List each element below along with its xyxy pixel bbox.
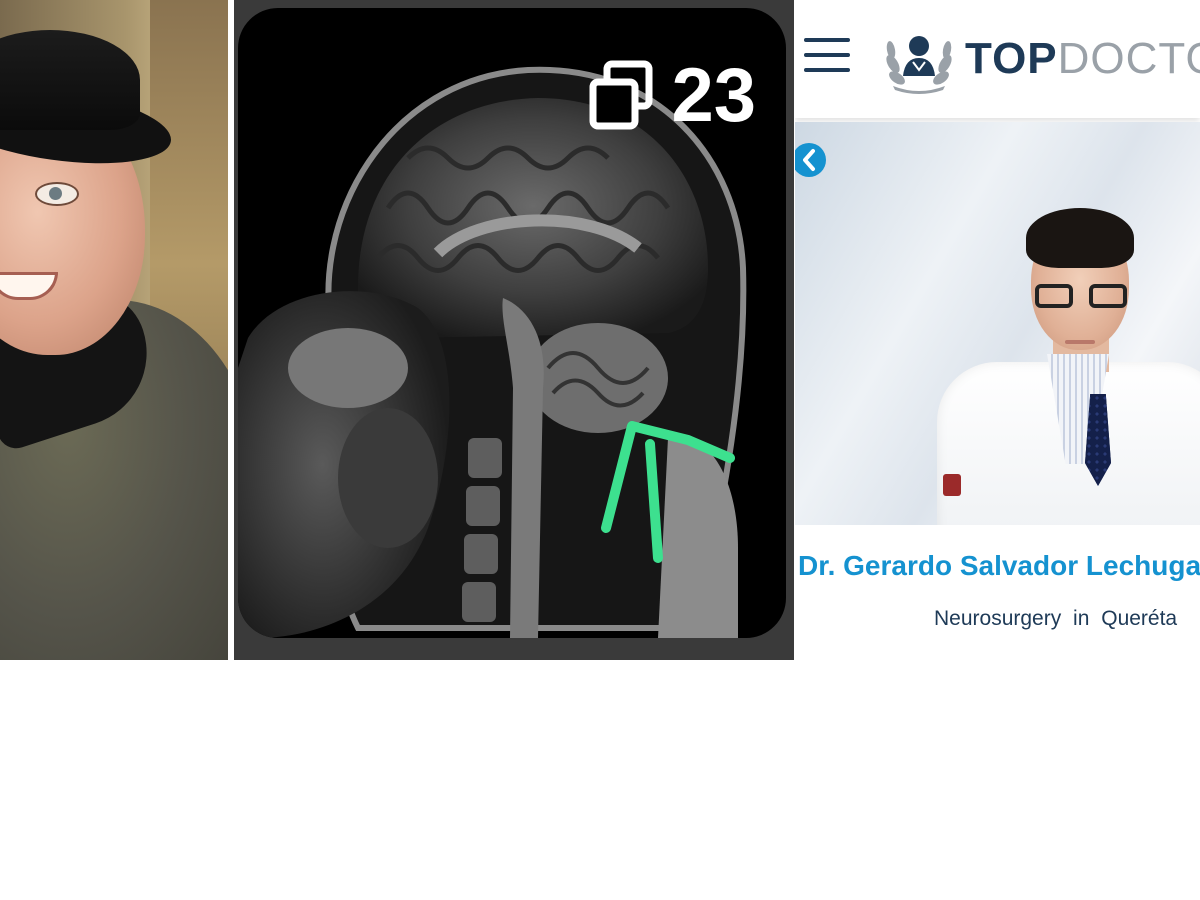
doctor-coat-badge: [943, 474, 961, 496]
topdoctors-page: TOPDOCTO Dr. Gerardo Salvador Lechuga Ne…: [795, 0, 1200, 660]
doctor-glasses: [1035, 284, 1127, 312]
doctor-hair: [1026, 208, 1134, 268]
doctor-photo-carousel: [795, 122, 1200, 525]
laurel-doctor-icon: [886, 36, 952, 94]
site-header: TOPDOCTO: [795, 0, 1200, 118]
logo-text-light: DOCTO: [1057, 34, 1200, 83]
doctor-name[interactable]: Dr. Gerardo Salvador Lechuga: [798, 549, 1200, 583]
stacked-squares-icon: [589, 60, 653, 130]
doctor-specialty-location: Neurosurgery in Queréta: [934, 607, 1178, 630]
image-count-text: 23: [671, 53, 756, 138]
photo-hat-crown: [0, 30, 140, 130]
mri-image-card[interactable]: 23: [238, 8, 786, 638]
topdoctors-logo[interactable]: TOPDOCTO: [883, 24, 1200, 94]
photo-eye: [35, 182, 79, 206]
chevron-left-icon[interactable]: [795, 142, 827, 178]
logo-text-bold: TOP: [965, 34, 1058, 83]
image-count-indicator[interactable]: 23: [589, 58, 756, 134]
mri-panel: 23: [234, 0, 794, 660]
doctor-mouth: [1065, 340, 1095, 344]
hamburger-menu-icon[interactable]: [804, 38, 850, 74]
photo-man-bowler-hat: [0, 0, 228, 660]
mri-cerebellum: [528, 323, 668, 433]
